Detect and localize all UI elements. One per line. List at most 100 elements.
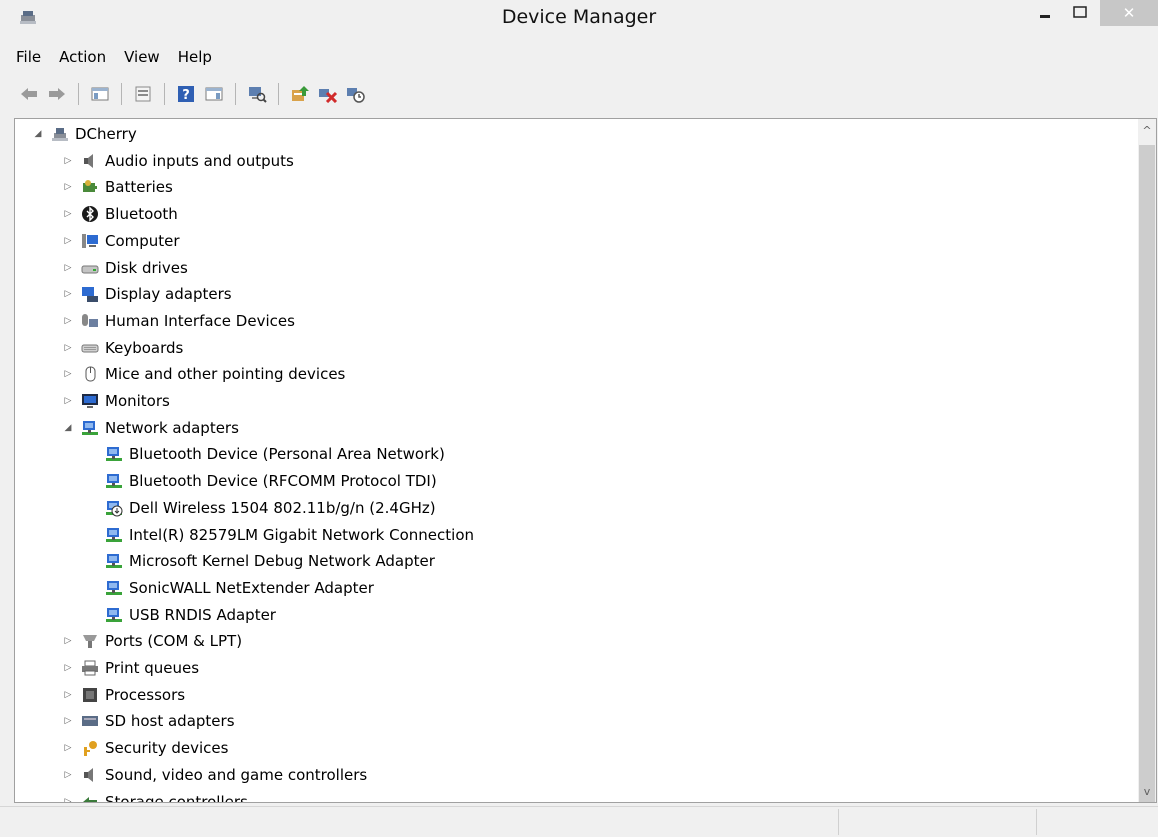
collapsed-arrow-icon[interactable]: ▷ [61,741,75,755]
collapsed-arrow-icon[interactable]: ▷ [61,688,75,702]
tree-root-item[interactable]: ◢ DCherry [31,121,137,147]
collapsed-arrow-icon[interactable]: ▷ [61,234,75,248]
tree-item-label: Keyboards [105,338,184,357]
tree-item-label: Human Interface Devices [105,311,295,330]
network-adapter-icon [105,526,123,544]
help-button[interactable]: ? [175,83,197,105]
expanded-arrow-icon[interactable]: ◢ [61,421,75,435]
tree-category-item[interactable]: ▷ Monitors [61,388,170,414]
menu-help[interactable]: Help [169,44,221,70]
tree-category-item[interactable]: ▷ Bluetooth [61,201,178,227]
tree-device-item[interactable]: Intel(R) 82579LM Gigabit Network Connect… [105,522,474,548]
show-hide-console-tree-button[interactable] [89,83,111,105]
collapsed-arrow-icon[interactable]: ▷ [61,314,75,328]
bluetooth-icon [81,205,99,223]
toolbar-separator [235,83,236,105]
minimize-button[interactable] [1030,0,1060,26]
properties-button[interactable] [132,83,154,105]
toolbar-separator [121,83,122,105]
scan-hardware-button[interactable] [246,83,268,105]
maximize-button[interactable] [1062,0,1098,26]
tree-category-item[interactable]: ▷ Processors [61,682,186,708]
battery-icon [81,178,99,196]
scroll-down-arrow[interactable]: v [1138,782,1156,800]
speaker-icon [81,766,99,784]
back-icon [21,88,37,100]
action-pane-button[interactable] [203,83,225,105]
uninstall-device-icon [347,88,365,103]
computer-icon [81,232,99,250]
title-bar: Device Manager ✕ [0,0,1158,36]
tree-item-label: SonicWALL NetExtender Adapter [129,578,374,597]
tree-category-item[interactable]: ▷ SD host adapters [61,708,235,734]
collapsed-arrow-icon[interactable]: ▷ [61,714,75,728]
vertical-scrollbar[interactable]: ^ v [1138,119,1156,802]
tree-device-item[interactable]: Dell Wireless 1504 802.11b/g/n (2.4GHz) [105,495,436,521]
menu-action[interactable]: Action [50,44,115,70]
tree-item-label: Processors [105,685,186,704]
tree-category-item[interactable]: ▷ Ports (COM & LPT) [61,628,243,654]
tree-category-item[interactable]: ▷ Security devices [61,735,229,761]
forward-button[interactable] [46,83,68,105]
expanded-arrow-icon[interactable]: ◢ [31,127,45,141]
collapsed-arrow-icon[interactable]: ▷ [61,367,75,381]
collapsed-arrow-icon[interactable]: ▷ [61,261,75,275]
tree-device-item[interactable]: Bluetooth Device (RFCOMM Protocol TDI) [105,468,437,494]
tree-device-item[interactable]: Microsoft Kernel Debug Network Adapter [105,548,435,574]
collapsed-arrow-icon[interactable]: ▷ [61,795,75,803]
collapsed-arrow-icon[interactable]: ▷ [61,634,75,648]
tree-category-item[interactable]: ◢ Network adapters [61,415,239,441]
scrollbar-thumb[interactable] [1139,145,1155,802]
window-title: Device Manager [501,6,657,28]
collapsed-arrow-icon[interactable]: ▷ [61,180,75,194]
tree-category-item[interactable]: ▷ Human Interface Devices [61,308,295,334]
update-driver-icon [292,86,309,101]
tree-item-label: Print queues [105,659,200,677]
tree-category-item[interactable]: ▷ Audio inputs and outputs [61,148,294,174]
tree-device-item[interactable]: Bluetooth Device (Personal Area Network) [105,441,445,467]
port-icon [81,632,99,650]
collapsed-arrow-icon[interactable]: ▷ [61,207,75,221]
close-button[interactable]: ✕ [1100,0,1158,26]
tree-item-label: Monitors [105,392,170,410]
tree-category-item[interactable]: ▷ Disk drives [61,255,188,281]
tree-category-item[interactable]: ▷ Mice and other pointing devices [61,361,346,387]
network-adapter-icon [105,472,123,490]
scroll-up-arrow[interactable]: ^ [1138,121,1156,139]
uninstall-device-button[interactable] [345,83,367,105]
network-adapter-icon [81,419,99,437]
tree-category-item[interactable]: ▷ Computer [61,228,180,254]
hid-icon [81,312,99,330]
tree-item-label: Intel(R) 82579LM Gigabit Network Connect… [129,525,474,544]
tree-item-label: Sound, video and game controllers [105,765,368,784]
device-tree[interactable]: ◢ DCherry ▷ Audio inputs and outputs ▷ Batter… [14,118,1157,803]
tree-item-label: DCherry [75,125,137,143]
tree-category-item[interactable]: ▷ Print queues [61,655,200,681]
status-pane [1036,809,1157,835]
tree-category-item[interactable]: ▷ Sound, video and game controllers [61,762,368,788]
network-adapter-icon [105,552,123,570]
network-adapter-icon [105,579,123,597]
collapsed-arrow-icon[interactable]: ▷ [61,768,75,782]
toolbar: ? [0,80,367,108]
collapsed-arrow-icon[interactable]: ▷ [61,394,75,408]
tree-item-label: Storage controllers [105,792,248,803]
update-driver-button[interactable] [289,83,311,105]
menu-view[interactable]: View [115,44,169,70]
menu-file[interactable]: File [0,44,50,70]
tree-device-item[interactable]: SonicWALL NetExtender Adapter [105,575,374,601]
tree-item-label: USB RNDIS Adapter [129,605,276,624]
back-button[interactable] [18,83,40,105]
tree-category-item[interactable]: ▷ Keyboards [61,335,184,361]
collapsed-arrow-icon[interactable]: ▷ [61,154,75,168]
tree-category-item[interactable]: ▷ Storage controllers [61,789,248,803]
collapsed-arrow-icon[interactable]: ▷ [61,287,75,301]
tree-device-item[interactable]: USB RNDIS Adapter [105,602,276,628]
collapsed-arrow-icon[interactable]: ▷ [61,341,75,355]
tree-category-item[interactable]: ▷ Display adapters [61,281,232,307]
collapsed-arrow-icon[interactable]: ▷ [61,661,75,675]
tree-category-item[interactable]: ▷ Batteries [61,174,173,200]
disable-device-button[interactable] [317,83,339,105]
tree-item-label: Audio inputs and outputs [105,151,294,170]
keyboard-icon [81,339,99,357]
